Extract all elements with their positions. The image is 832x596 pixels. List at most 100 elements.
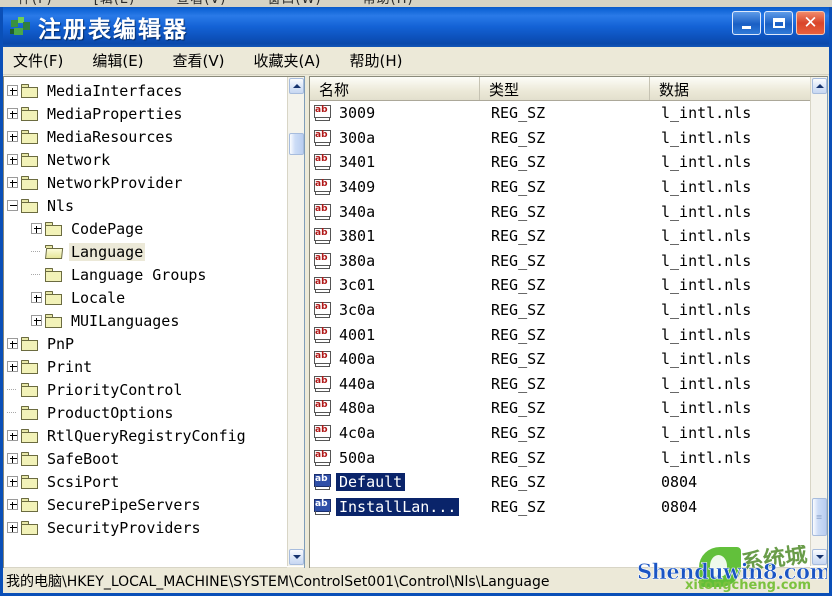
table-row[interactable]: ab Default REG_SZ 0804 (310, 470, 810, 495)
table-row[interactable]: ab 500a REG_SZ l_intl.nls (310, 445, 810, 470)
tree-node-mediaproperties[interactable]: MediaProperties (4, 102, 287, 125)
expand-icon[interactable] (7, 453, 18, 464)
tree-node-securityproviders[interactable]: SecurityProviders (4, 516, 287, 539)
expand-icon[interactable] (7, 177, 18, 188)
tree-scroll-thumb[interactable] (289, 133, 304, 155)
list-scroll-up-button[interactable] (812, 78, 827, 94)
expand-icon[interactable] (7, 338, 18, 349)
cell-name-text: 500a (339, 448, 376, 467)
tree-node-print[interactable]: Print (4, 355, 287, 378)
tree-scroll-down-button[interactable] (289, 549, 304, 565)
chevron-up-icon (292, 84, 301, 88)
menu-view[interactable]: 查看(V) (171, 48, 238, 73)
cell-name: 340a (336, 203, 488, 221)
table-row[interactable]: ab 3401 REG_SZ l_intl.nls (310, 150, 810, 175)
table-row[interactable]: ab 480a REG_SZ l_intl.nls (310, 396, 810, 421)
expand-icon[interactable] (7, 430, 18, 441)
tree-node-label: RtlQueryRegistryConfig (47, 426, 246, 445)
table-row[interactable]: ab 3009 REG_SZ l_intl.nls (310, 101, 810, 126)
minimize-button[interactable] (732, 11, 761, 35)
menu-edit[interactable]: 编辑(E) (90, 48, 156, 73)
expand-icon[interactable] (7, 476, 18, 487)
table-row[interactable]: ab 4001 REG_SZ l_intl.nls (310, 322, 810, 347)
cell-name-text: 480a (339, 399, 376, 418)
cell-name-text: Default (336, 473, 406, 492)
tree-node-language[interactable]: Language (4, 240, 287, 263)
expand-icon[interactable] (7, 522, 18, 533)
tree-node-mediainterfaces[interactable]: MediaInterfaces (4, 79, 287, 102)
table-row[interactable]: ab 3409 REG_SZ l_intl.nls (310, 175, 810, 200)
table-row[interactable]: ab 4c0a REG_SZ l_intl.nls (310, 421, 810, 446)
tree-node-securepipeservers[interactable]: SecurePipeServers (4, 493, 287, 516)
tree-node-scsiport[interactable]: ScsiPort (4, 470, 287, 493)
folder-icon (45, 221, 63, 236)
tree-node-label: ScsiPort (47, 472, 120, 491)
tree-node-rtlqueryregistryconfig[interactable]: RtlQueryRegistryConfig (4, 424, 287, 447)
expand-icon[interactable] (7, 108, 18, 119)
tree-node-label: MediaResources (47, 127, 174, 146)
table-row[interactable]: ab 340a REG_SZ l_intl.nls (310, 199, 810, 224)
menu-file[interactable]: 文件(F) (11, 48, 76, 73)
registry-editor-window: 注册表编辑器 ✕ 文件(F) 编辑(E) 查看(V) 收藏夹(A) 帮助(H) (0, 7, 832, 596)
expand-icon[interactable] (31, 315, 42, 326)
tree-node-mediaresources[interactable]: MediaResources (4, 125, 287, 148)
expand-icon[interactable] (31, 223, 42, 234)
registry-tree[interactable]: MediaInterfaces MediaProperties MediaResou… (4, 77, 287, 566)
list-scroll-thumb[interactable]: ≡ (812, 498, 827, 536)
tree-node-productoptions[interactable]: ProductOptions (4, 401, 287, 424)
table-row[interactable]: ab InstallLan... REG_SZ 0804 (310, 495, 810, 520)
cell-name: 3401 (336, 153, 488, 171)
column-header-name[interactable]: 名称 (310, 77, 480, 100)
tree-node-muilanguages[interactable]: MUILanguages (4, 309, 287, 332)
grip-icon: ≡ (815, 512, 824, 522)
tree-node-codepage[interactable]: CodePage (4, 217, 287, 240)
tree-node-label: SecurityProviders (47, 518, 201, 537)
table-row[interactable]: ab 3c01 REG_SZ l_intl.nls (310, 273, 810, 298)
tree-node-locale[interactable]: Locale (4, 286, 287, 309)
close-button[interactable]: ✕ (796, 11, 825, 35)
expand-icon[interactable] (7, 85, 18, 96)
expand-icon[interactable] (7, 361, 18, 372)
cell-data: l_intl.nls (661, 153, 752, 172)
tree-node-network[interactable]: Network (4, 148, 287, 171)
collapse-icon[interactable] (7, 200, 18, 211)
folder-icon (21, 520, 39, 535)
expand-icon[interactable] (31, 292, 42, 303)
menu-help[interactable]: 帮助(H) (347, 48, 415, 73)
cell-data: l_intl.nls (661, 227, 752, 246)
cell-data: l_intl.nls (661, 178, 752, 197)
maximize-icon (772, 18, 785, 28)
folder-icon (45, 290, 63, 305)
expand-icon[interactable] (7, 131, 18, 142)
tree-node-pnp[interactable]: PnP (4, 332, 287, 355)
background-menu-item-4: 帮助(H) (345, 0, 432, 7)
tree-node-nls[interactable]: Nls (4, 194, 287, 217)
list-scroll-down-button[interactable] (812, 549, 827, 565)
folder-icon (21, 175, 39, 190)
table-row[interactable]: ab 400a REG_SZ l_intl.nls (310, 347, 810, 372)
expand-icon[interactable] (7, 154, 18, 165)
string-value-icon: ab (314, 228, 332, 245)
maximize-button[interactable] (764, 11, 793, 35)
table-row[interactable]: ab 300a REG_SZ l_intl.nls (310, 126, 810, 151)
column-header-data[interactable]: 数据 (650, 77, 810, 100)
tree-node-safeboot[interactable]: SafeBoot (4, 447, 287, 470)
menu-favorites[interactable]: 收藏夹(A) (252, 48, 334, 73)
table-row[interactable]: ab 3801 REG_SZ l_intl.nls (310, 224, 810, 249)
tree-vertical-scrollbar[interactable] (287, 77, 304, 566)
tree-node-prioritycontrol[interactable]: PriorityControl (4, 378, 287, 401)
cell-type: REG_SZ (491, 104, 546, 123)
table-row[interactable]: ab 440a REG_SZ l_intl.nls (310, 372, 810, 397)
expand-icon[interactable] (7, 499, 18, 510)
tree-node-language-groups[interactable]: Language Groups (4, 263, 287, 286)
cell-type: REG_SZ (491, 473, 546, 492)
registry-values-list[interactable]: ab 3009 REG_SZ l_intl.nls ab 300a REG_SZ l_intl… (310, 101, 810, 566)
tree-node-networkprovider[interactable]: NetworkProvider (4, 171, 287, 194)
title-bar[interactable]: 注册表编辑器 ✕ (3, 7, 829, 47)
table-row[interactable]: ab 3c0a REG_SZ l_intl.nls (310, 298, 810, 323)
column-header-type[interactable]: 类型 (480, 77, 650, 100)
table-row[interactable]: ab 380a REG_SZ l_intl.nls (310, 249, 810, 274)
cell-type: REG_SZ (491, 128, 546, 147)
tree-scroll-up-button[interactable] (289, 78, 304, 94)
list-vertical-scrollbar[interactable]: ≡ (810, 77, 827, 566)
